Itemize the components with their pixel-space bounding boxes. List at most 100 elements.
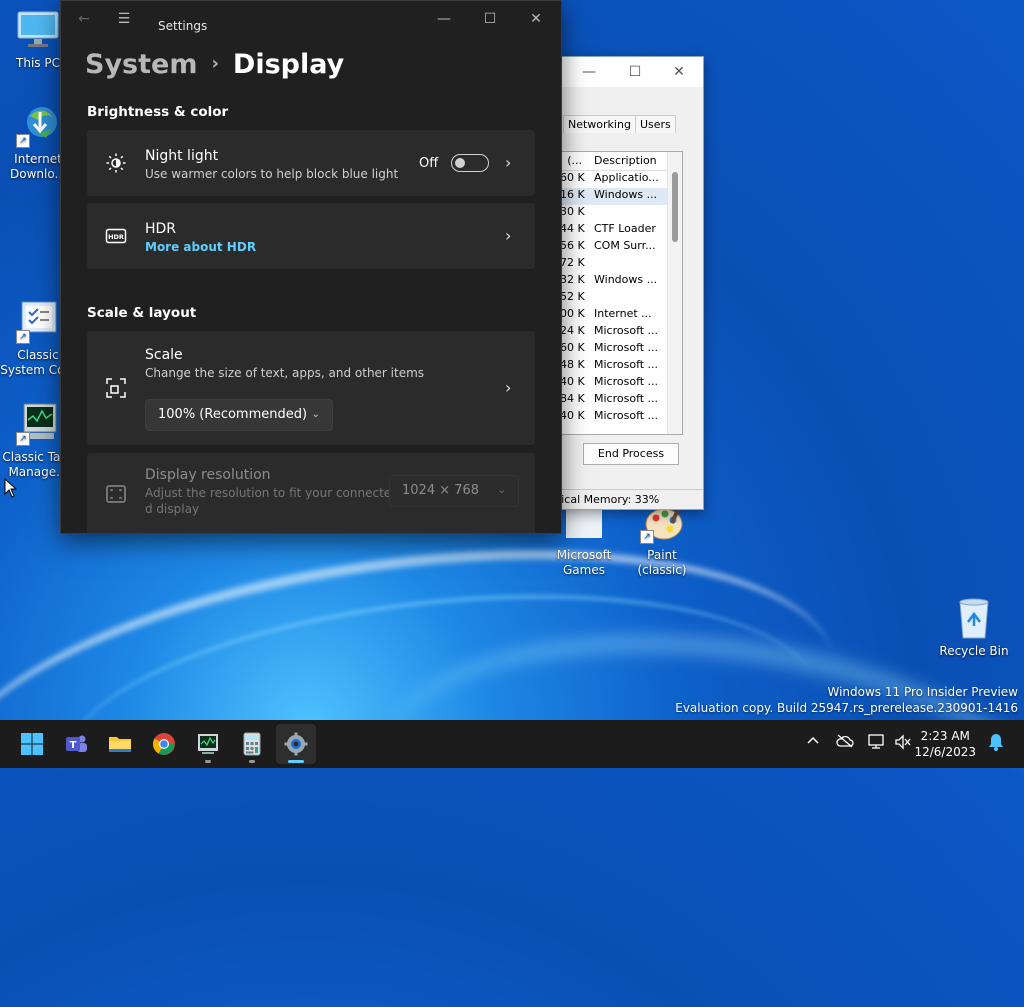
column-header-description[interactable]: Description — [594, 154, 657, 167]
app-title: Settings — [158, 19, 208, 33]
hdr-title: HDR — [145, 221, 177, 237]
more-about-hdr-link[interactable]: More about HDR — [145, 240, 256, 254]
scrollbar-thumb[interactable] — [672, 172, 678, 242]
svg-text:T: T — [70, 740, 77, 751]
control-panel-icon: ↗ — [16, 300, 60, 344]
display-resolution-subtitle-line2: d display — [145, 502, 200, 516]
close-button[interactable]: ✕ — [525, 9, 547, 29]
resolution-dropdown[interactable]: 1024 × 768 ⌄ — [389, 475, 519, 507]
hdr-card[interactable]: HDR HDR More about HDR › — [87, 203, 535, 269]
page-title: Display — [232, 49, 345, 80]
minimize-button[interactable]: — — [579, 63, 599, 81]
table-row[interactable]: 44 K CTF Loader — [560, 222, 682, 239]
close-button[interactable]: ✕ — [669, 63, 689, 81]
process-list-scrollbar[interactable] — [667, 152, 682, 434]
folder-icon — [109, 737, 131, 752]
scale-card[interactable]: Scale Change the size of text, apps, and… — [87, 331, 535, 445]
night-light-toggle[interactable] — [451, 154, 489, 172]
desktop-icon-recycle-bin[interactable]: Recycle Bin — [936, 596, 1012, 659]
chevron-down-icon: ⌄ — [311, 409, 320, 420]
running-indicator — [288, 760, 304, 763]
display-resolution-card[interactable]: Display resolution Adjust the resolution… — [87, 453, 535, 533]
wallpaper-streak — [361, 592, 1024, 1007]
notification-bell-icon[interactable] — [988, 733, 1004, 755]
paint-palette-icon: ↗ — [640, 504, 684, 544]
column-header-memory[interactable]: (... — [560, 154, 582, 167]
speaker-muted-icon[interactable] — [894, 734, 912, 754]
breadcrumb-system[interactable]: System — [85, 49, 197, 80]
tab-networking[interactable]: Networking — [563, 115, 636, 133]
hamburger-menu-icon[interactable]: ☰ — [113, 9, 135, 29]
taskbar-file-explorer[interactable] — [100, 724, 140, 764]
section-brightness-color: Brightness & color — [87, 104, 229, 120]
table-row[interactable]: 16 K Windows ... — [560, 188, 682, 205]
running-indicator — [205, 760, 211, 763]
taskbar-calculator[interactable] — [232, 724, 272, 764]
chevron-right-icon: › — [211, 53, 219, 74]
monitor-icon — [16, 8, 60, 52]
table-row[interactable]: 24 K Microsoft ... — [560, 324, 682, 341]
table-row[interactable]: 48 K Microsoft ... — [560, 358, 682, 375]
network-monitor-icon[interactable] — [868, 734, 886, 754]
status-bar-physical-memory: ysical Memory: 33% — [549, 489, 703, 510]
chevron-down-icon: ⌄ — [497, 485, 506, 496]
night-light-subtitle: Use warmer colors to help block blue lig… — [145, 167, 399, 181]
recycle-bin-icon — [952, 596, 996, 640]
chrome-icon — [153, 733, 175, 755]
table-row[interactable]: 00 K Internet ... — [560, 307, 682, 324]
taskbar-teams[interactable]: T — [56, 724, 96, 764]
table-row[interactable]: 32 K Windows ... — [560, 273, 682, 290]
taskbar-settings[interactable] — [276, 724, 316, 764]
clock-date: 12/6/2023 — [914, 745, 976, 759]
maximize-button[interactable]: ☐ — [479, 9, 501, 29]
table-row[interactable]: 56 K COM Surr... — [560, 239, 682, 256]
chevron-right-icon[interactable]: › — [505, 228, 517, 244]
task-manager-icon: ↗ — [16, 402, 60, 446]
tab-users[interactable]: Users — [634, 115, 676, 133]
table-row[interactable]: 60 K Applicatio... — [560, 171, 682, 188]
table-row[interactable]: 84 K Microsoft ... — [560, 392, 682, 409]
maximize-button[interactable]: ☐ — [625, 63, 645, 81]
display-resolution-title: Display resolution — [145, 467, 271, 483]
table-row[interactable]: 40 K Microsoft ... — [560, 409, 682, 426]
taskbar-chrome[interactable] — [144, 724, 184, 764]
teams-icon: T — [66, 735, 87, 752]
taskbar: T 2:23 AM 12/6/2023 — [0, 720, 1024, 768]
taskbar-clock[interactable]: 2:23 AM 12/6/2023 — [914, 728, 976, 760]
table-row[interactable]: 40 K Microsoft ... — [560, 375, 682, 392]
night-light-card[interactable]: Night light Use warmer colors to help bl… — [87, 130, 535, 196]
desktop-icon-paint-classic[interactable]: ↗ Paint (classic) — [624, 504, 700, 578]
table-row[interactable]: 52 K — [560, 290, 682, 307]
task-manager-tabs: Networking Users — [563, 115, 676, 133]
chevron-right-icon[interactable]: › — [505, 155, 517, 171]
chevron-right-icon[interactable]: › — [505, 380, 517, 396]
windows-logo-icon — [21, 733, 43, 755]
settings-gear-icon — [284, 732, 308, 756]
task-manager-icon — [198, 734, 218, 754]
table-row[interactable]: 30 K — [560, 205, 682, 222]
table-row[interactable]: 60 K Microsoft ... — [560, 341, 682, 358]
section-scale-layout: Scale & layout — [87, 305, 197, 321]
table-row[interactable]: 72 K — [560, 256, 682, 273]
task-manager-titlebar[interactable]: — ☐ ✕ — [549, 57, 703, 87]
taskbar-classic-task-manager[interactable] — [188, 724, 228, 764]
toggle-knob — [455, 158, 465, 168]
settings-titlebar[interactable]: ← ☰ Settings — ☐ ✕ — [61, 1, 561, 37]
shortcut-arrow-icon: ↗ — [16, 330, 30, 344]
shortcut-arrow-icon: ↗ — [16, 432, 30, 446]
show-hidden-icons-chevron-up-icon[interactable] — [806, 734, 820, 752]
display-resolution-subtitle-line1: Adjust the resolution to fit your connec… — [145, 486, 392, 500]
start-button[interactable] — [12, 724, 52, 764]
minimize-button[interactable]: — — [433, 9, 455, 29]
scale-subtitle: Change the size of text, apps, and other… — [145, 366, 425, 380]
onedrive-cloud-icon[interactable] — [836, 734, 854, 752]
back-arrow-icon[interactable]: ← — [73, 9, 95, 29]
end-process-button[interactable]: End Process — [583, 443, 679, 465]
settings-window[interactable]: ← ☰ Settings — ☐ ✕ System › Display Bright… — [60, 0, 562, 534]
night-light-title: Night light — [145, 148, 219, 164]
display-resolution-content: Display resolution Adjust the resolution… — [87, 453, 535, 533]
task-manager-window[interactable]: — ☐ ✕ Networking Users (... Description 6… — [548, 56, 704, 510]
process-list[interactable]: (... Description 60 K Applicatio... 16 KW… — [559, 151, 683, 435]
calculator-icon — [243, 732, 261, 756]
scale-dropdown[interactable]: 100% (Recommended) ⌄ — [145, 399, 333, 431]
